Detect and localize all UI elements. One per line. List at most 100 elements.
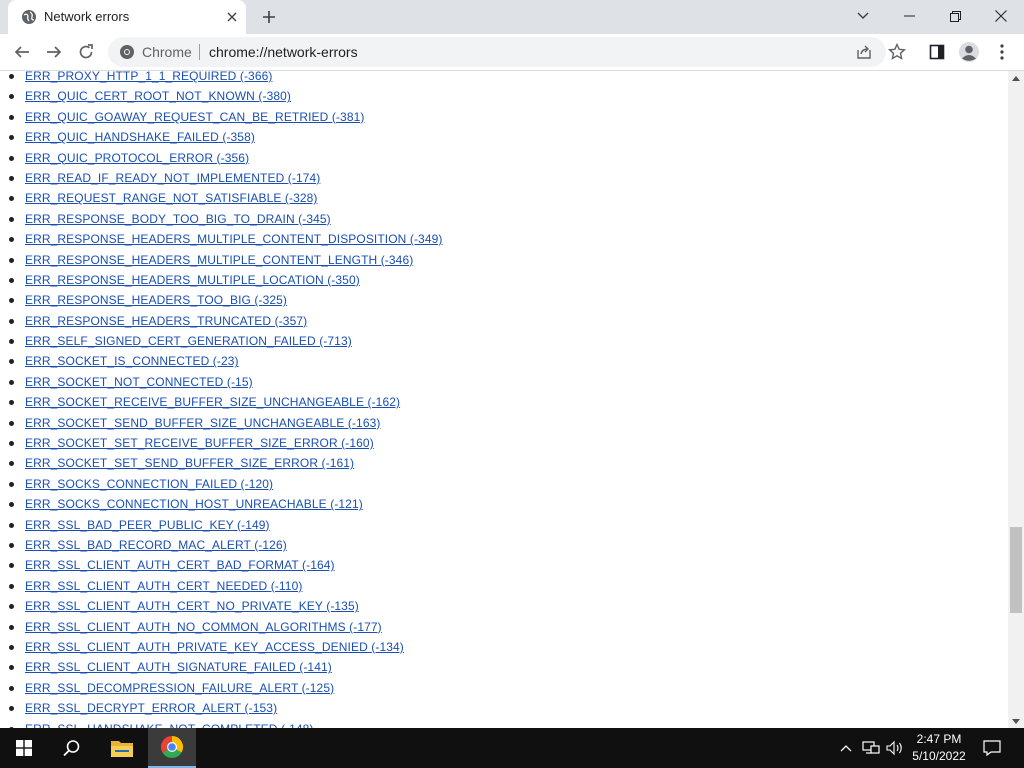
list-item: ERR_SOCKS_CONNECTION_HOST_UNREACHABLE (-…	[8, 494, 442, 514]
error-link[interactable]: ERR_REQUEST_RANGE_NOT_SATISFIABLE (-328)	[25, 191, 318, 205]
error-link[interactable]: ERR_SOCKET_SEND_BUFFER_SIZE_UNCHANGEABLE…	[25, 416, 380, 430]
chrome-site-icon	[119, 44, 135, 60]
tab-search-chevron-icon[interactable]	[840, 0, 886, 32]
list-item: ERR_REQUEST_RANGE_NOT_SATISFIABLE (-328)	[8, 188, 442, 208]
list-item: ERR_PROXY_HTTP_1_1_REQUIRED (-366)	[8, 71, 442, 86]
error-link[interactable]: ERR_SOCKET_IS_CONNECTED (-23)	[25, 354, 239, 368]
error-link[interactable]: ERR_SSL_CLIENT_AUTH_CERT_BAD_FORMAT (-16…	[25, 558, 335, 572]
error-link[interactable]: ERR_RESPONSE_HEADERS_MULTIPLE_CONTENT_LE…	[25, 253, 413, 267]
list-item: ERR_READ_IF_READY_NOT_IMPLEMENTED (-174)	[8, 168, 442, 188]
window-close-icon[interactable]	[978, 0, 1024, 32]
error-link[interactable]: ERR_SOCKET_RECEIVE_BUFFER_SIZE_UNCHANGEA…	[25, 395, 400, 409]
system-clock[interactable]: 2:47 PM 5/10/2022	[904, 731, 974, 765]
list-item: ERR_SSL_CLIENT_AUTH_NO_COMMON_ALGORITHMS…	[8, 617, 442, 637]
list-item: ERR_SOCKET_SET_RECEIVE_BUFFER_SIZE_ERROR…	[8, 433, 442, 453]
error-link[interactable]: ERR_PROXY_HTTP_1_1_REQUIRED (-366)	[25, 71, 272, 83]
error-link[interactable]: ERR_SOCKS_CONNECTION_HOST_UNREACHABLE (-…	[25, 497, 363, 511]
error-link[interactable]: ERR_SOCKS_CONNECTION_FAILED (-120)	[25, 477, 273, 491]
list-item: ERR_SOCKS_CONNECTION_FAILED (-120)	[8, 474, 442, 494]
error-link[interactable]: ERR_SELF_SIGNED_CERT_GENERATION_FAILED (…	[25, 334, 352, 348]
show-hidden-icons-chevron-icon[interactable]	[836, 728, 856, 768]
error-link[interactable]: ERR_QUIC_HANDSHAKE_FAILED (-358)	[25, 130, 255, 144]
clock-date: 5/10/2022	[912, 749, 966, 763]
globe-icon	[21, 9, 37, 25]
tab-strip: Network errors	[0, 0, 1024, 34]
list-item: ERR_SSL_BAD_RECORD_MAC_ALERT (-126)	[8, 535, 442, 555]
omnibox-divider	[199, 44, 200, 60]
share-icon[interactable]	[856, 44, 872, 60]
new-tab-plus-icon[interactable]	[260, 8, 278, 26]
list-item: ERR_RESPONSE_HEADERS_MULTIPLE_LOCATION (…	[8, 270, 442, 290]
list-item: ERR_QUIC_CERT_ROOT_NOT_KNOWN (-380)	[8, 86, 442, 106]
tab-network-errors[interactable]: Network errors	[8, 0, 246, 34]
windows-start-icon[interactable]	[0, 728, 48, 768]
bookmark-star-icon[interactable]	[887, 42, 908, 63]
error-link[interactable]: ERR_READ_IF_READY_NOT_IMPLEMENTED (-174)	[25, 171, 320, 185]
error-link[interactable]: ERR_RESPONSE_HEADERS_MULTIPLE_LOCATION (…	[25, 273, 360, 287]
back-arrow-icon[interactable]	[8, 38, 36, 66]
error-link[interactable]: ERR_SSL_CLIENT_AUTH_CERT_NEEDED (-110)	[25, 579, 302, 593]
clock-time: 2:47 PM	[916, 732, 962, 746]
error-link[interactable]: ERR_RESPONSE_HEADERS_TRUNCATED (-357)	[25, 314, 307, 328]
profile-avatar-icon[interactable]	[955, 38, 983, 66]
search-icon[interactable]	[48, 728, 96, 768]
list-item: ERR_SSL_DECRYPT_ERROR_ALERT (-153)	[8, 698, 442, 718]
chrome-icon[interactable]	[148, 728, 196, 768]
error-link[interactable]: ERR_SSL_CLIENT_AUTH_PRIVATE_KEY_ACCESS_D…	[25, 640, 404, 654]
list-item: ERR_RESPONSE_HEADERS_MULTIPLE_CONTENT_LE…	[8, 250, 442, 270]
tab-close-icon[interactable]	[223, 8, 241, 26]
page-content: ERR_PROXY_HTTP_1_1_REQUIRED (-366) ERR_QU…	[0, 71, 1008, 728]
list-item: ERR_SSL_CLIENT_AUTH_CERT_BAD_FORMAT (-16…	[8, 555, 442, 575]
error-link[interactable]: ERR_QUIC_GOAWAY_REQUEST_CAN_BE_RETRIED (…	[25, 110, 364, 124]
list-item: ERR_SELF_SIGNED_CERT_GENERATION_FAILED (…	[8, 331, 442, 351]
site-chip-label: Chrome	[142, 44, 192, 60]
restore-icon[interactable]	[932, 0, 978, 32]
reload-icon[interactable]	[72, 38, 100, 66]
list-item: ERR_SSL_CLIENT_AUTH_SIGNATURE_FAILED (-1…	[8, 657, 442, 677]
notifications-icon[interactable]	[978, 728, 1006, 768]
error-link[interactable]: ERR_SSL_CLIENT_AUTH_NO_COMMON_ALGORITHMS…	[25, 620, 382, 634]
list-item: ERR_SSL_DECOMPRESSION_FAILURE_ALERT (-12…	[8, 678, 442, 698]
scrollbar-thumb[interactable]	[1010, 527, 1022, 613]
kebab-menu-icon[interactable]	[988, 38, 1016, 66]
list-item: ERR_SOCKET_RECEIVE_BUFFER_SIZE_UNCHANGEA…	[8, 392, 442, 412]
error-link[interactable]: ERR_SSL_DECOMPRESSION_FAILURE_ALERT (-12…	[25, 681, 334, 695]
list-item: ERR_QUIC_GOAWAY_REQUEST_CAN_BE_RETRIED (…	[8, 107, 442, 127]
error-link[interactable]: ERR_QUIC_PROTOCOL_ERROR (-356)	[25, 151, 249, 165]
list-item: ERR_QUIC_HANDSHAKE_FAILED (-358)	[8, 127, 442, 147]
url-text[interactable]: chrome://network-errors	[209, 44, 358, 60]
list-item: ERR_QUIC_PROTOCOL_ERROR (-356)	[8, 148, 442, 168]
list-item: ERR_SSL_BAD_PEER_PUBLIC_KEY (-149)	[8, 515, 442, 535]
error-link[interactable]: ERR_RESPONSE_HEADERS_MULTIPLE_CONTENT_DI…	[25, 232, 442, 246]
error-link[interactable]: ERR_QUIC_CERT_ROOT_NOT_KNOWN (-380)	[25, 89, 291, 103]
network-error-list: ERR_PROXY_HTTP_1_1_REQUIRED (-366) ERR_QU…	[8, 71, 442, 728]
vertical-scrollbar[interactable]	[1008, 71, 1024, 728]
scroll-down-arrow-icon[interactable]	[1008, 714, 1024, 728]
browser-toolbar: Chrome chrome://network-errors	[0, 34, 1024, 71]
error-link[interactable]: ERR_SSL_CLIENT_AUTH_SIGNATURE_FAILED (-1…	[25, 660, 332, 674]
list-item: ERR_SOCKET_IS_CONNECTED (-23)	[8, 351, 442, 371]
list-item: ERR_RESPONSE_HEADERS_TOO_BIG (-325)	[8, 290, 442, 310]
side-panel-icon[interactable]	[923, 38, 951, 66]
error-link[interactable]: ERR_RESPONSE_HEADERS_TOO_BIG (-325)	[25, 293, 287, 307]
error-link[interactable]: ERR_SSL_BAD_RECORD_MAC_ALERT (-126)	[25, 538, 287, 552]
error-link[interactable]: ERR_SOCKET_SET_RECEIVE_BUFFER_SIZE_ERROR…	[25, 436, 374, 450]
file-explorer-icon[interactable]	[98, 728, 146, 768]
error-link[interactable]: ERR_SSL_BAD_PEER_PUBLIC_KEY (-149)	[25, 518, 270, 532]
tab-title: Network errors	[44, 9, 130, 24]
error-link[interactable]: ERR_SSL_DECRYPT_ERROR_ALERT (-153)	[25, 701, 277, 715]
forward-arrow-icon[interactable]	[40, 38, 68, 66]
windows-taskbar: 2:47 PM 5/10/2022	[0, 728, 1024, 768]
scroll-up-arrow-icon[interactable]	[1008, 71, 1024, 85]
error-link[interactable]: ERR_RESPONSE_BODY_TOO_BIG_TO_DRAIN (-345…	[25, 212, 331, 226]
error-link[interactable]: ERR_SSL_CLIENT_AUTH_CERT_NO_PRIVATE_KEY …	[25, 599, 359, 613]
network-icon[interactable]	[860, 728, 882, 768]
error-link[interactable]: ERR_SOCKET_SET_SEND_BUFFER_SIZE_ERROR (-…	[25, 456, 354, 470]
minimize-icon[interactable]	[886, 0, 932, 32]
volume-icon[interactable]	[884, 728, 906, 768]
error-link[interactable]: ERR_SOCKET_NOT_CONNECTED (-15)	[25, 375, 253, 389]
list-item: ERR_RESPONSE_BODY_TOO_BIG_TO_DRAIN (-345…	[8, 209, 442, 229]
list-item: ERR_SSL_HANDSHAKE_NOT_COMPLETED (-148)	[8, 719, 442, 728]
address-bar[interactable]: Chrome chrome://network-errors	[108, 37, 886, 67]
list-item: ERR_RESPONSE_HEADERS_MULTIPLE_CONTENT_DI…	[8, 229, 442, 249]
